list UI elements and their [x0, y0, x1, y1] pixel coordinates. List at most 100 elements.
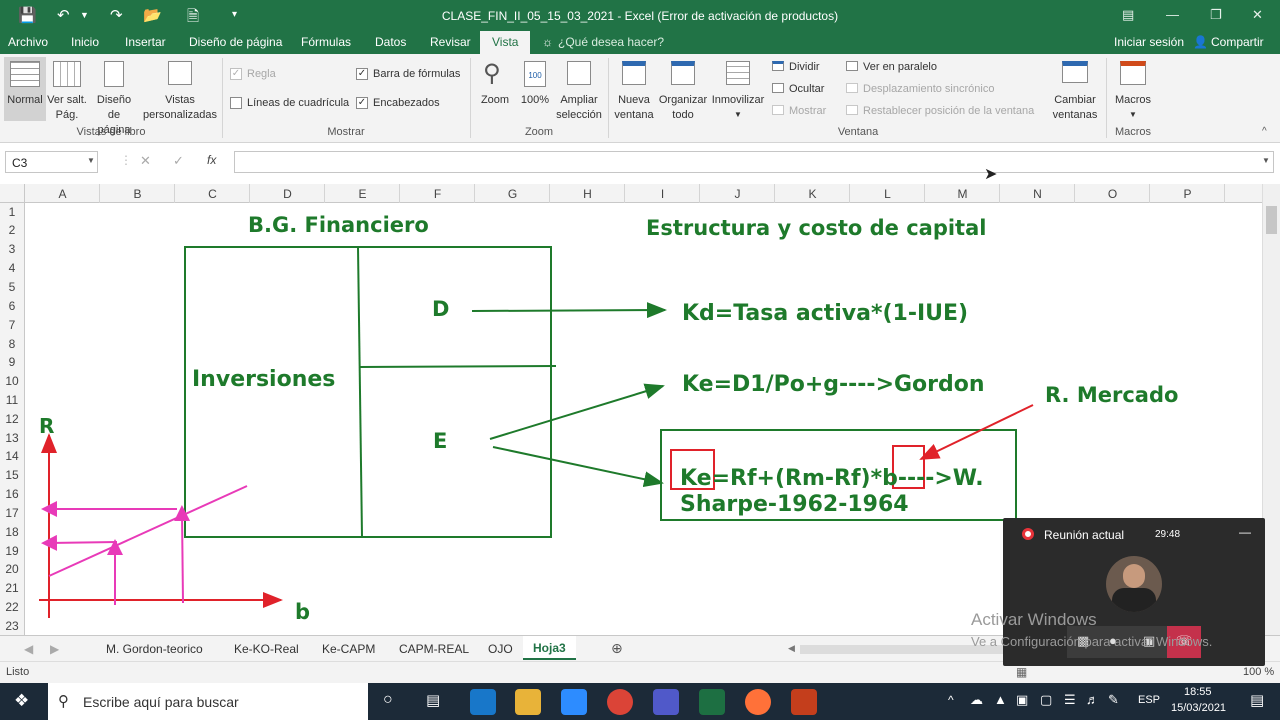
- column-header[interactable]: I: [625, 187, 700, 201]
- powerpoint-icon[interactable]: [791, 689, 817, 715]
- teams-icon[interactable]: [653, 689, 679, 715]
- row-header[interactable]: 13: [0, 431, 24, 445]
- prev-sheet-icon[interactable]: ◀: [24, 642, 33, 656]
- tell-me-input[interactable]: ¿Qué desea hacer?: [558, 35, 664, 49]
- row-header[interactable]: 2: [0, 223, 24, 237]
- add-sheet-icon[interactable]: ⊕: [611, 640, 623, 657]
- share-button[interactable]: Compartir: [1211, 35, 1264, 49]
- camera-tray-icon[interactable]: ▣: [1016, 692, 1028, 708]
- windows-start-icon[interactable]: ❖: [14, 691, 29, 711]
- clock-date[interactable]: 15/03/2021: [1171, 702, 1226, 714]
- sheet-tab[interactable]: CAPM-REAL: [399, 642, 469, 656]
- row-header[interactable]: 7: [0, 318, 24, 332]
- hscroll-left-icon[interactable]: ◀: [788, 643, 795, 654]
- column-header[interactable]: J: [700, 187, 775, 201]
- normal-view-button[interactable]: Normal: [4, 57, 46, 121]
- cortana-icon[interactable]: ○: [383, 691, 393, 709]
- page-break-view-button[interactable]: Ver salt. Pág.: [46, 57, 88, 121]
- edge-icon[interactable]: [470, 689, 496, 715]
- tab-vista[interactable]: Vista: [480, 31, 531, 54]
- normal-view-status-icon[interactable]: ▦: [1016, 665, 1027, 679]
- minimize-icon[interactable]: —: [1166, 7, 1179, 22]
- name-box[interactable]: C3: [5, 151, 98, 173]
- sheet-tab[interactable]: M. Gordon-teorico: [106, 642, 203, 656]
- task-view-icon[interactable]: ▤: [426, 691, 440, 709]
- arrange-all-button[interactable]: Organizar todo: [658, 57, 708, 121]
- zoom-100-button[interactable]: 100 100%: [516, 57, 554, 121]
- tab-archivo[interactable]: Archivo: [8, 35, 48, 49]
- select-all-corner[interactable]: [0, 184, 25, 203]
- macros-button[interactable]: Macros ▼: [1110, 57, 1156, 121]
- row-header[interactable]: 20: [0, 562, 24, 576]
- tab-diseno-pagina[interactable]: Diseño de página: [189, 35, 282, 49]
- notifications-icon[interactable]: ▤: [1250, 691, 1264, 709]
- row-header[interactable]: 23: [0, 619, 24, 633]
- row-header[interactable]: 10: [0, 374, 24, 388]
- custom-views-button[interactable]: Vistas personalizadas: [142, 57, 218, 121]
- new-window-button[interactable]: Nueva ventana: [612, 57, 656, 121]
- column-header[interactable]: H: [550, 187, 625, 201]
- pen-icon[interactable]: ✎: [1108, 692, 1119, 708]
- tray-window-icon[interactable]: ▢: [1040, 692, 1052, 708]
- column-header[interactable]: P: [1150, 187, 1225, 201]
- row-header[interactable]: 15: [0, 468, 24, 482]
- column-header[interactable]: L: [850, 187, 925, 201]
- hide-button[interactable]: Ocultar: [789, 83, 824, 95]
- column-header[interactable]: D: [250, 187, 325, 201]
- sync-scroll-button[interactable]: Desplazamiento sincrónico: [863, 83, 994, 95]
- network-icon[interactable]: ☰: [1064, 692, 1076, 708]
- zoom-selection-button[interactable]: Ampliar selección: [556, 57, 602, 121]
- sheet-tab[interactable]: Ke-KO-Real: [234, 642, 299, 656]
- reset-position-button[interactable]: Restablecer posición de la ventana: [863, 105, 1034, 117]
- sheet-tab-active[interactable]: Hoja3: [523, 636, 576, 660]
- row-header[interactable]: 16: [0, 487, 24, 501]
- column-header[interactable]: E: [325, 187, 400, 201]
- row-header[interactable]: 21: [0, 581, 24, 595]
- tab-revisar[interactable]: Revisar: [430, 35, 471, 49]
- tab-datos[interactable]: Datos: [375, 35, 406, 49]
- insert-function-icon[interactable]: fx: [207, 153, 216, 167]
- sheet-tab[interactable]: OJO: [488, 642, 513, 656]
- row-header[interactable]: 14: [0, 449, 24, 463]
- firefox-icon[interactable]: [745, 689, 771, 715]
- tray-app-icon[interactable]: ▲: [994, 692, 1007, 707]
- sheet-tab[interactable]: Ke-CAPM: [322, 642, 375, 656]
- column-header[interactable]: N: [1000, 187, 1075, 201]
- column-header[interactable]: M: [925, 187, 1000, 201]
- zoom-app-icon[interactable]: [561, 689, 587, 715]
- row-header[interactable]: 19: [0, 544, 24, 558]
- cancel-formula-icon[interactable]: ✕: [140, 153, 151, 169]
- page-layout-view-button[interactable]: Diseño de página: [90, 57, 138, 136]
- next-sheet-icon[interactable]: ▶: [50, 642, 59, 656]
- tab-inicio[interactable]: Inicio: [71, 35, 99, 49]
- column-header[interactable]: C: [175, 187, 250, 201]
- restore-icon[interactable]: ❐: [1210, 7, 1222, 23]
- collapse-ribbon-icon[interactable]: ^: [1262, 126, 1267, 137]
- file-explorer-icon[interactable]: [515, 689, 541, 715]
- formula-bar-checkbox[interactable]: ✓: [356, 68, 368, 80]
- close-icon[interactable]: ✕: [1252, 7, 1263, 23]
- chrome-icon[interactable]: [607, 689, 633, 715]
- language-indicator[interactable]: ESP: [1138, 694, 1160, 706]
- row-header[interactable]: 4: [0, 261, 24, 275]
- scroll-thumb[interactable]: [1266, 206, 1277, 234]
- tray-chevron-icon[interactable]: ^: [948, 693, 954, 707]
- row-header[interactable]: 18: [0, 525, 24, 539]
- gridlines-checkbox[interactable]: [230, 97, 242, 109]
- enter-formula-icon[interactable]: ✓: [173, 153, 184, 169]
- ribbon-display-icon[interactable]: ▤: [1122, 7, 1134, 23]
- row-header[interactable]: 12: [0, 412, 24, 426]
- ruler-checkbox[interactable]: ✓: [230, 68, 242, 80]
- row-header[interactable]: 5: [0, 280, 24, 294]
- column-header[interactable]: F: [400, 187, 475, 201]
- zoom-button[interactable]: ⚲ Zoom: [476, 57, 514, 121]
- switch-windows-button[interactable]: Cambiar ventanas: [1046, 57, 1104, 121]
- taskbar-search-box[interactable]: ⚲ Escribe aquí para buscar: [48, 683, 368, 720]
- row-header[interactable]: 11: [0, 393, 24, 407]
- row-header[interactable]: 9: [0, 355, 24, 369]
- headings-checkbox[interactable]: ✓: [356, 97, 368, 109]
- column-header[interactable]: G: [475, 187, 550, 201]
- row-header[interactable]: 22: [0, 600, 24, 614]
- tab-formulas[interactable]: Fórmulas: [301, 35, 351, 49]
- row-header[interactable]: 3: [0, 242, 24, 256]
